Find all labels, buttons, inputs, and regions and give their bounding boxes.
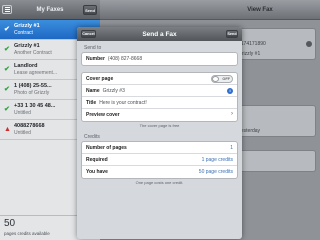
send-to-group: Number (408) 827-8668: [81, 52, 238, 66]
title-label: Title: [86, 99, 97, 106]
credit-note: One page costs one credit.: [135, 180, 184, 185]
name-value: Grizzly #3: [102, 87, 125, 94]
detail-value: [235, 151, 315, 161]
detail-header: View Fax: [100, 0, 320, 20]
credits-count: 50: [4, 218, 16, 229]
dialog-title: Send a Fax: [142, 30, 177, 38]
sent-check-icon: ✔: [4, 66, 10, 73]
dialog-header: Cancel Send a Fax Send: [77, 27, 242, 41]
sidebar-header: My Faxes Send: [0, 0, 100, 20]
send-fax-dialog: Cancel Send a Fax Send Send to Number (4…: [77, 27, 242, 239]
send-to-header: Send to: [84, 45, 102, 51]
detail-card: [234, 150, 316, 172]
cover-page-row: Cover page OFF: [82, 73, 237, 85]
detail-value: [235, 116, 315, 126]
warning-icon: ▲: [4, 126, 11, 133]
credits-group: Number of pages 1 Required 1 page credit…: [81, 141, 238, 179]
credits-header: Credits: [84, 134, 100, 140]
menu-icon[interactable]: [2, 5, 12, 14]
credits-label: pages credits available: [4, 231, 50, 236]
cancel-button[interactable]: Cancel: [81, 30, 96, 38]
sidebar-title: My Faxes: [36, 6, 64, 13]
detail-value: [235, 161, 315, 171]
pages-label: Number of pages: [86, 144, 127, 151]
required-row: Required 1 page credits: [82, 154, 237, 166]
toggle-knob: [212, 76, 219, 82]
sent-check-icon: ✔: [4, 106, 10, 113]
name-label: Name: [86, 87, 100, 94]
title-value: Here is your contract!: [99, 99, 147, 106]
number-label: Number: [86, 56, 105, 62]
detail-value: [235, 106, 315, 116]
send-new-button[interactable]: Send: [83, 5, 97, 15]
contact-info-icon[interactable]: i: [227, 88, 233, 94]
cover-page-toggle[interactable]: OFF: [211, 75, 233, 83]
pages-row[interactable]: Number of pages 1: [82, 142, 237, 154]
name-field[interactable]: Name Grizzly #3 i: [82, 85, 237, 97]
number-field[interactable]: Number (408) 827-8668: [82, 53, 237, 65]
detail-value: 2174171890: [238, 41, 266, 47]
sent-check-icon: ✔: [4, 46, 10, 53]
toggle-state: OFF: [222, 77, 230, 81]
detail-card: 2174171890 Grizzly #1: [234, 28, 316, 60]
detail-value: Yesterday: [238, 128, 261, 134]
cover-page-group: Cover page OFF Name Grizzly #3 i Title H…: [81, 72, 238, 122]
cover-page-label: Cover page: [86, 75, 114, 82]
cover-note: The cover page is free: [139, 123, 180, 128]
required-value: 1 page credits: [201, 156, 233, 163]
required-label: Required: [86, 156, 108, 163]
detail-value: [235, 29, 315, 39]
preview-cover-row[interactable]: Preview cover ›: [82, 109, 237, 121]
number-value: (408) 827-8668: [107, 56, 143, 62]
pages-value: 1: [230, 144, 233, 151]
you-have-row: You have 50 page credits: [82, 166, 237, 178]
you-have-value: 50 page credits: [198, 169, 233, 175]
sent-check-icon: ✔: [4, 26, 10, 33]
detail-title: View Fax: [247, 6, 273, 13]
sent-check-icon: ✔: [4, 86, 10, 93]
preview-cover-label: Preview cover: [86, 112, 120, 118]
chevron-right-icon: ›: [231, 111, 233, 117]
send-button[interactable]: Send: [226, 30, 238, 38]
ipad-screen: My Faxes Send ✔ Grizzly #1 Contract ✔ Gr…: [0, 0, 320, 240]
detail-value: Grizzly #1: [238, 51, 261, 57]
detail-card: Yesterday: [234, 105, 316, 137]
you-have-label: You have: [86, 169, 108, 175]
title-field[interactable]: Title Here is your contract!: [82, 97, 237, 109]
info-icon[interactable]: [306, 41, 312, 47]
